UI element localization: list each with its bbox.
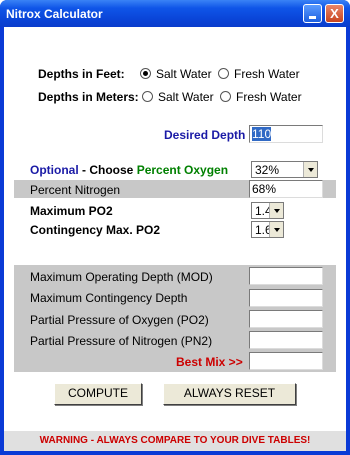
percent-oxygen-select[interactable]: 32% [251, 161, 318, 178]
minimize-button[interactable] [303, 4, 322, 23]
mcd-output [249, 289, 323, 307]
feet-salt-label: Salt Water [156, 67, 212, 81]
feet-fresh-label: Fresh Water [234, 67, 300, 81]
desired-depth-value: 110 [252, 127, 272, 141]
close-icon: X [330, 6, 339, 21]
always-reset-button[interactable]: ALWAYS RESET [163, 383, 296, 405]
chevron-down-icon [269, 222, 283, 237]
choose-text: - Choose [78, 163, 137, 177]
contingency-po2-label: Contingency Max. PO2 [30, 223, 161, 237]
desired-depth-input[interactable]: 110 [249, 125, 323, 143]
calculator-form: Depths in Feet: Salt Water Fresh Water D… [4, 27, 346, 451]
max-po2-select[interactable]: 1.4 [251, 202, 284, 219]
warning-banner: WARNING - ALWAYS COMPARE TO YOUR DIVE TA… [4, 431, 346, 451]
ppo2-output [249, 310, 323, 328]
feet-salt-radio[interactable] [140, 68, 151, 79]
title-bar[interactable]: Nitrox Calculator X [0, 0, 350, 27]
contingency-po2-select[interactable]: 1.6 [251, 221, 284, 238]
window-title: Nitrox Calculator [6, 7, 103, 21]
nitrogen-output: 68% [249, 180, 323, 198]
close-button[interactable]: X [325, 4, 344, 23]
ppn2-output [249, 331, 323, 349]
ppn2-label: Partial Pressure of Nitrogen (PN2) [30, 334, 213, 348]
max-po2-label: Maximum PO2 [30, 204, 113, 218]
oxygen-prompt: Optional - Choose Percent Oxygen [30, 163, 228, 177]
feet-label: Depths in Feet: [38, 67, 125, 81]
app-window: Nitrox Calculator X Depths in Feet: Salt… [0, 0, 350, 455]
best-mix-output [249, 352, 323, 370]
chevron-down-icon [269, 203, 283, 218]
percent-oxygen-label: Percent Oxygen [136, 163, 229, 177]
minimize-icon [309, 16, 316, 19]
percent-oxygen-value: 32% [255, 163, 280, 177]
desired-depth-label: Desired Depth [164, 128, 246, 142]
feet-fresh-radio[interactable] [218, 68, 229, 79]
mod-output [249, 267, 323, 285]
meters-fresh-radio[interactable] [220, 91, 231, 102]
meters-salt-radio[interactable] [142, 91, 153, 102]
nitrogen-label: Percent Nitrogen [30, 183, 121, 197]
mod-label: Maximum Operating Depth (MOD) [30, 270, 213, 284]
meters-label: Depths in Meters: [38, 90, 139, 104]
nitrogen-value: 68% [252, 182, 277, 196]
meters-salt-label: Salt Water [158, 90, 214, 104]
compute-button[interactable]: COMPUTE [54, 383, 142, 405]
ppo2-label: Partial Pressure of Oxygen (PO2) [30, 313, 209, 327]
optional-label: Optional [30, 163, 79, 177]
best-mix-label: Best Mix >> [176, 355, 243, 369]
meters-fresh-label: Fresh Water [236, 90, 302, 104]
mcd-label: Maximum Contingency Depth [30, 291, 188, 305]
chevron-down-icon [303, 162, 317, 177]
